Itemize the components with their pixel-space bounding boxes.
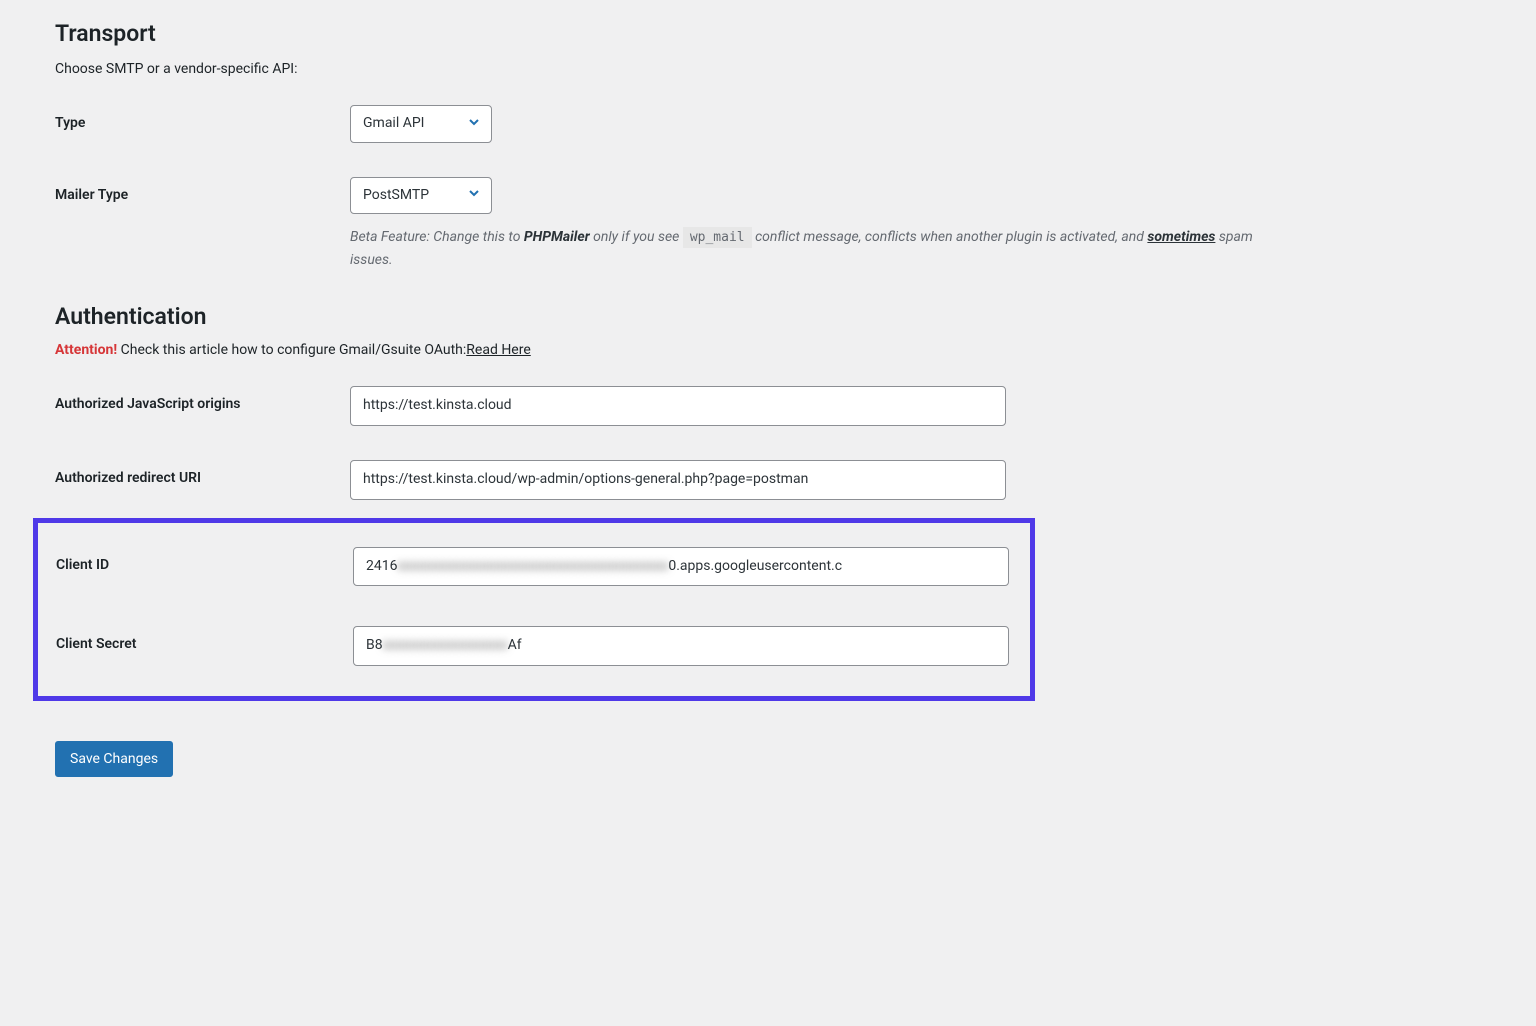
- transport-description: Choose SMTP or a vendor-specific API:: [55, 61, 1481, 77]
- credentials-highlight-box: Client ID 2416xxxxxxxxxxxxxxxxxxxxxxxxxx…: [33, 518, 1035, 701]
- mailer-type-row: Mailer Type PostSMTP Beta Feature: Chang…: [55, 177, 1481, 272]
- js-origins-row: Authorized JavaScript origins: [55, 386, 1481, 426]
- attention-notice: Attention! Check this article how to con…: [55, 342, 1481, 358]
- type-row: Type Gmail API: [55, 105, 1481, 143]
- type-select[interactable]: Gmail API: [350, 105, 492, 143]
- mailer-type-label: Mailer Type: [55, 177, 350, 203]
- transport-heading: Transport: [55, 20, 1481, 47]
- authentication-heading: Authentication: [55, 303, 1481, 330]
- client-secret-label: Client Secret: [54, 626, 353, 652]
- mailer-type-select[interactable]: PostSMTP: [350, 177, 492, 215]
- type-label: Type: [55, 105, 350, 131]
- client-id-input[interactable]: 2416xxxxxxxxxxxxxxxxxxxxxxxxxxxxxxxxxxxx…: [353, 547, 1009, 587]
- client-secret-input[interactable]: B8xxxxxxxxxxxxxxxxxxAf: [353, 626, 1009, 666]
- client-secret-row: Client Secret B8xxxxxxxxxxxxxxxxxxAf: [54, 626, 1014, 666]
- attention-label: Attention!: [55, 342, 117, 358]
- save-changes-button[interactable]: Save Changes: [55, 741, 173, 777]
- mailer-type-description: Beta Feature: Change this to PHPMailer o…: [350, 226, 1290, 271]
- client-id-row: Client ID 2416xxxxxxxxxxxxxxxxxxxxxxxxxx…: [54, 547, 1014, 587]
- js-origins-label: Authorized JavaScript origins: [55, 386, 350, 412]
- js-origins-input[interactable]: [350, 386, 1006, 426]
- read-here-link[interactable]: Read Here: [466, 342, 530, 358]
- redirect-uri-row: Authorized redirect URI: [55, 460, 1481, 500]
- redirect-uri-input[interactable]: [350, 460, 1006, 500]
- redirect-uri-label: Authorized redirect URI: [55, 460, 350, 486]
- client-id-label: Client ID: [54, 547, 353, 573]
